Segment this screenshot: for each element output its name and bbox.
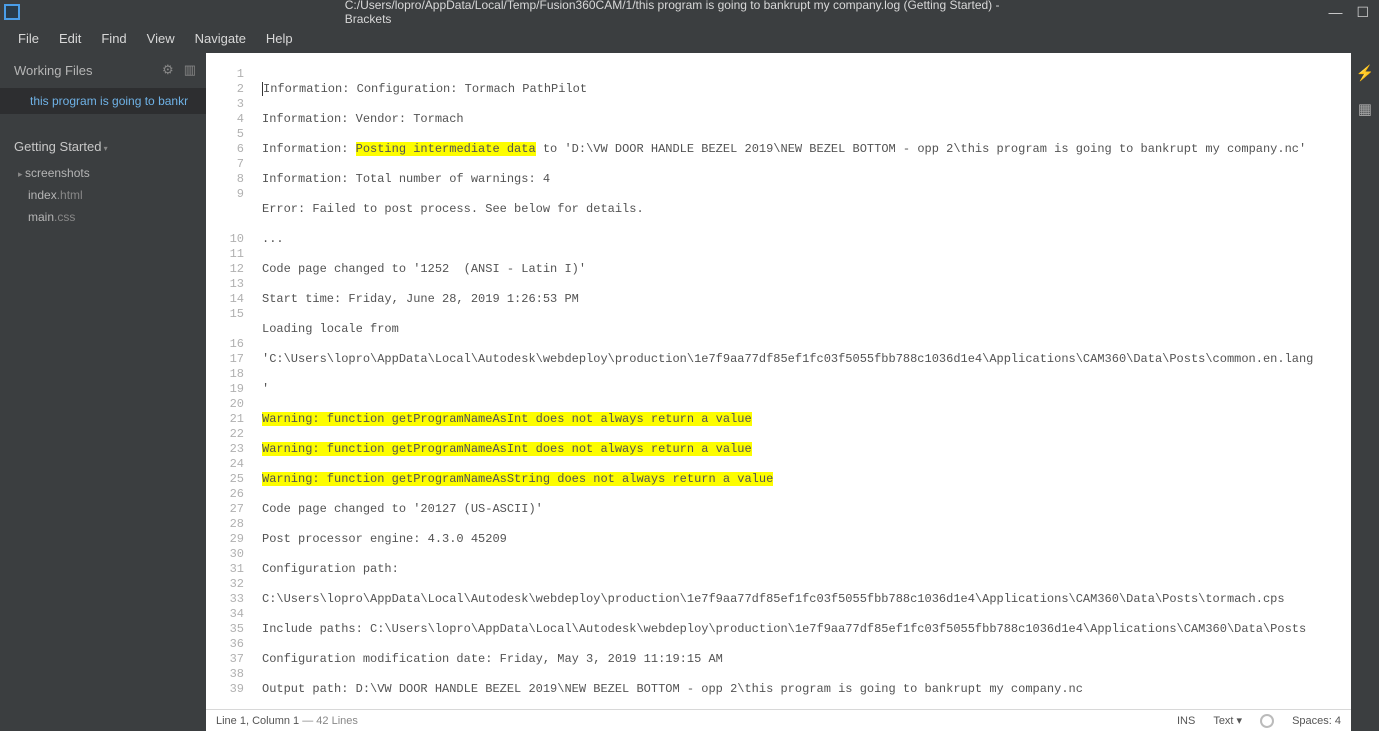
code-line: ' [262, 382, 1351, 397]
code-line: Information: Configuration: Tormach Path… [263, 82, 587, 96]
code-line: 'C:\Users\lopro\AppData\Local\Autodesk\w… [262, 352, 1351, 367]
status-circle-icon[interactable] [1260, 714, 1274, 728]
code-line: Information: Total number of warnings: 4 [262, 172, 1351, 187]
indent-mode[interactable]: Spaces: 4 [1292, 715, 1341, 727]
code-line: Configuration path: [262, 562, 1351, 577]
menu-edit[interactable]: Edit [49, 27, 91, 50]
highlight: Warning: function getProgramNameAsInt do… [262, 442, 752, 456]
insert-mode[interactable]: INS [1177, 715, 1195, 727]
code-area[interactable]: Information: Configuration: Tormach Path… [256, 53, 1351, 709]
cursor-position[interactable]: Line 1, Column 1 — 42 Lines [216, 715, 358, 727]
code-line: Error: Failed to post process. See below… [262, 202, 1351, 217]
editor-pane: 1234567891011121314151617181920212223242… [206, 52, 1351, 731]
highlight: Posting intermediate data [356, 142, 536, 156]
working-files-label: Working Files [14, 63, 93, 78]
menu-find[interactable]: Find [91, 27, 136, 50]
extensions-icon[interactable]: ▦ [1356, 100, 1374, 118]
code-line: Code page changed to '20127 (US-ASCII)' [262, 502, 1351, 517]
code-line: C:\Users\lopro\AppData\Local\Autodesk\we… [262, 592, 1351, 607]
line-gutter: 1234567891011121314151617181920212223242… [206, 53, 256, 709]
right-rail: ⚡ ▦ [1351, 52, 1379, 731]
menu-file[interactable]: File [8, 27, 49, 50]
code-line: ... [262, 232, 1351, 247]
main-area: Working Files ⚙ ▥ this program is going … [0, 52, 1379, 731]
working-file-item[interactable]: this program is going to bankr [0, 88, 206, 114]
language-mode[interactable]: Text ▾ [1213, 714, 1242, 727]
menu-help[interactable]: Help [256, 27, 303, 50]
working-files-header: Working Files ⚙ ▥ [0, 52, 206, 88]
live-preview-icon[interactable]: ⚡ [1356, 64, 1374, 82]
app-icon [4, 4, 20, 20]
tree-folder-screenshots[interactable]: screenshots [0, 162, 206, 184]
menu-view[interactable]: View [137, 27, 185, 50]
titlebar: C:/Users/lopro/AppData/Local/Temp/Fusion… [0, 0, 1379, 24]
sidebar: Working Files ⚙ ▥ this program is going … [0, 52, 206, 731]
code-line: Post processor engine: 4.3.0 45209 [262, 532, 1351, 547]
window-controls: — ☐ [1328, 4, 1379, 21]
tree-file-main[interactable]: main.css [0, 206, 206, 228]
code-line: Loading locale from [262, 322, 1351, 337]
tree-file-index[interactable]: index.html [0, 184, 206, 206]
window-title: C:/Users/lopro/AppData/Local/Temp/Fusion… [345, 0, 1035, 26]
project-header[interactable]: Getting Started [0, 114, 206, 162]
code-line: Code page changed to '1252 (ANSI - Latin… [262, 262, 1351, 277]
code-line: Start time: Friday, June 28, 2019 1:26:5… [262, 292, 1351, 307]
code-line: Include paths: C:\Users\lopro\AppData\Lo… [262, 622, 1351, 637]
code-line: Information: Vendor: Tormach [262, 112, 1351, 127]
editor-body[interactable]: 1234567891011121314151617181920212223242… [206, 53, 1351, 709]
code-line: Output path: D:\VW DOOR HANDLE BEZEL 201… [262, 682, 1351, 697]
menu-navigate[interactable]: Navigate [185, 27, 256, 50]
minimize-icon[interactable]: — [1328, 4, 1342, 21]
code-line: Configuration modification date: Friday,… [262, 652, 1351, 667]
highlight: Warning: function getProgramNameAsString… [262, 472, 773, 486]
highlight: Warning: function getProgramNameAsInt do… [262, 412, 752, 426]
gear-icon[interactable]: ⚙ [162, 62, 174, 78]
menubar: File Edit Find View Navigate Help [0, 24, 1379, 52]
statusbar: Line 1, Column 1 — 42 Lines INS Text ▾ S… [206, 709, 1351, 731]
split-view-icon[interactable]: ▥ [184, 62, 196, 78]
maximize-icon[interactable]: ☐ [1356, 4, 1369, 21]
